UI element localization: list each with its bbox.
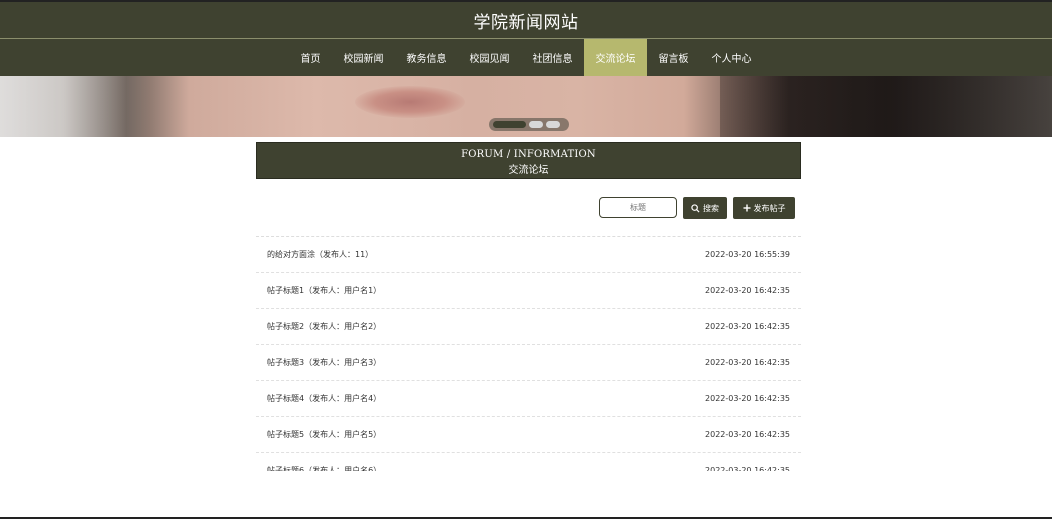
post-time: 2022-03-20 16:42:35 (705, 430, 790, 439)
post-title: 帖子标题2（发布人：用户名2） (267, 322, 382, 331)
post-time: 2022-03-20 16:42:35 (705, 286, 790, 295)
post-title: 帖子标题5（发布人：用户名5） (267, 430, 382, 439)
new-post-button-label: 发布帖子 (753, 203, 786, 213)
post-title: 帖子标题6（发布人：用户名6） (267, 466, 382, 471)
main-nav: 首页 校园新闻 教务信息 校园见闻 社团信息 交流论坛 留言板 个人中心 (0, 38, 1052, 76)
post-row[interactable]: 帖子标题2（发布人：用户名2） 2022-03-20 16:42:35 (256, 309, 801, 345)
nav-item-campus-sights[interactable]: 校园见闻 (458, 39, 521, 76)
post-row[interactable]: 的给对方面涂（发布人：11） 2022-03-20 16:55:39 (256, 237, 801, 273)
search-icon (691, 203, 700, 213)
post-list: 的给对方面涂（发布人：11） 2022-03-20 16:55:39 帖子标题1（发… (256, 236, 801, 471)
post-title: 帖子标题3（发布人：用户名3） (267, 358, 382, 367)
site-title: 学院新闻网站 (473, 12, 579, 33)
post-title: 的给对方面涂（发布人：11） (267, 250, 374, 259)
post-row[interactable]: 帖子标题3（发布人：用户名3） 2022-03-20 16:42:35 (256, 345, 801, 381)
post-time: 2022-03-20 16:42:35 (705, 466, 790, 471)
post-time: 2022-03-20 16:42:35 (705, 394, 790, 403)
post-row[interactable]: 帖子标题6（发布人：用户名6） 2022-03-20 16:42:35 (256, 453, 801, 471)
post-time: 2022-03-20 16:42:35 (705, 322, 790, 331)
carousel-dot[interactable] (493, 121, 526, 128)
search-button[interactable]: 搜索 (683, 197, 727, 219)
post-row[interactable]: 帖子标题1（发布人：用户名1） 2022-03-20 16:42:35 (256, 273, 801, 309)
section-title-cn: 交流论坛 (508, 165, 549, 176)
nav-item-forum[interactable]: 交流论坛 (584, 39, 647, 76)
search-button-label: 搜索 (703, 203, 719, 213)
section-title-en: FORUM / INFORMATION (461, 149, 596, 160)
carousel-indicators (489, 118, 569, 131)
post-row[interactable]: 帖子标题5（发布人：用户名5） 2022-03-20 16:42:35 (256, 417, 801, 453)
nav-item-personal-center[interactable]: 个人中心 (700, 39, 763, 76)
nav-item-message-board[interactable]: 留言板 (647, 39, 700, 76)
post-title: 帖子标题1（发布人：用户名1） (267, 286, 382, 295)
carousel-dot[interactable] (546, 121, 560, 128)
nav-item-home[interactable]: 首页 (289, 39, 332, 76)
plus-icon (743, 204, 750, 212)
post-title: 帖子标题4（发布人：用户名4） (267, 394, 382, 403)
new-post-button[interactable]: 发布帖子 (733, 197, 795, 219)
nav-item-campus-news[interactable]: 校园新闻 (332, 39, 395, 76)
search-input[interactable] (599, 197, 677, 218)
post-row[interactable]: 帖子标题4（发布人：用户名4） 2022-03-20 16:42:35 (256, 381, 801, 417)
section-header: FORUM / INFORMATION 交流论坛 (256, 142, 801, 179)
nav-item-club-info[interactable]: 社团信息 (521, 39, 584, 76)
nav-item-academic-info[interactable]: 教务信息 (395, 39, 458, 76)
post-time: 2022-03-20 16:42:35 (705, 358, 790, 367)
site-header: 学院新闻网站 (0, 0, 1052, 38)
carousel-dot[interactable] (529, 121, 543, 128)
post-time: 2022-03-20 16:55:39 (705, 250, 790, 259)
